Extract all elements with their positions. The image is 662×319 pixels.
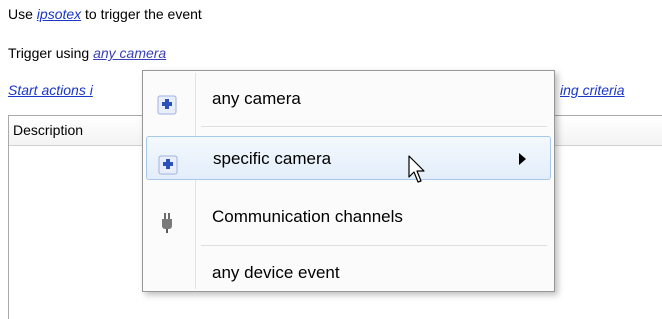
submenu-arrow-icon bbox=[519, 153, 526, 165]
criteria-link[interactable]: ing criteria bbox=[560, 82, 625, 98]
puzzle-icon bbox=[157, 149, 179, 175]
instruction-line-3: Start actions i bbox=[8, 82, 93, 98]
instruction-line-2: Trigger using any camera bbox=[8, 45, 166, 61]
menu-item-label: specific camera bbox=[213, 149, 332, 168]
instruction-line-1: Use ipsotex to trigger the event bbox=[8, 6, 202, 22]
trigger-using-text: Trigger using bbox=[8, 45, 90, 61]
menu-item-communication-channels[interactable]: Communication channels bbox=[146, 195, 551, 239]
menu-item-label: Communication channels bbox=[212, 207, 403, 226]
trigger-event-text: to trigger the event bbox=[85, 6, 202, 22]
menu-item-specific-camera[interactable]: specific camera bbox=[146, 136, 551, 180]
menu-separator bbox=[201, 126, 547, 127]
menu-item-label: any camera bbox=[212, 89, 301, 108]
criteria-link-fragment[interactable]: ing criteria bbox=[560, 82, 625, 98]
plug-icon bbox=[156, 207, 178, 233]
menu-separator bbox=[201, 245, 547, 246]
ipsotex-link[interactable]: ipsotex bbox=[37, 6, 81, 22]
menu-item-any-device-event[interactable]: any device event bbox=[146, 251, 551, 295]
trigger-source-link[interactable]: any camera bbox=[93, 45, 166, 61]
mouse-cursor-icon bbox=[408, 155, 430, 190]
menu-item-any-camera[interactable]: any camera bbox=[146, 77, 551, 121]
menu-item-label: any device event bbox=[212, 263, 340, 282]
start-actions-link[interactable]: Start actions i bbox=[8, 82, 93, 98]
trigger-context-menu: any camera specific camera Communication… bbox=[142, 70, 555, 292]
puzzle-icon bbox=[156, 89, 178, 115]
use-text: Use bbox=[8, 6, 33, 22]
